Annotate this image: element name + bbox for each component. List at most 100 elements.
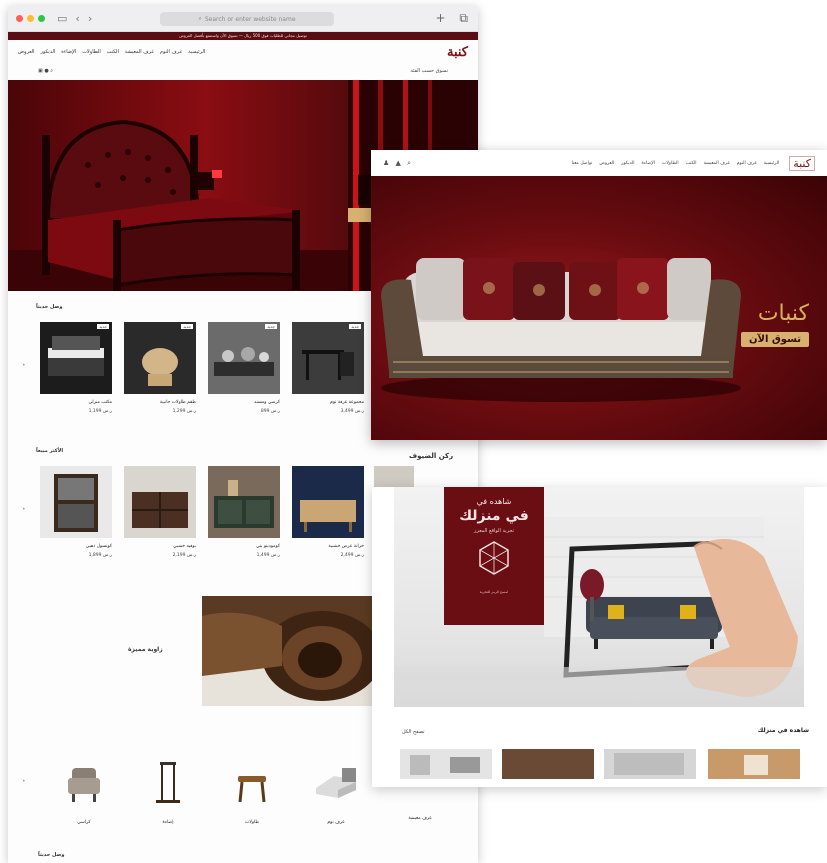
site-header: ♟ ▲ ⌕ الرئيسية غرف النوم غرف المعيشة الك… (371, 150, 827, 176)
product-card[interactable]: جديد كرسي ومسند 899 ر.س (208, 322, 280, 414)
carousel-prev-icon[interactable]: • (22, 506, 26, 513)
category-item-bedrooms[interactable]: غرف نوم (306, 758, 366, 825)
user-icon[interactable]: ♟ (383, 159, 389, 167)
site-logo[interactable]: كنبة (789, 155, 815, 171)
product-image[interactable]: جديد (208, 322, 280, 394)
nav-link[interactable]: الطاولات (82, 49, 101, 55)
nav-link[interactable]: تواصل معنا (572, 161, 593, 166)
back-icon[interactable]: ‹ (75, 13, 79, 24)
product-price: 899 ر.س (260, 409, 280, 414)
feature-image-leather-sofa[interactable] (202, 596, 382, 706)
product-image[interactable] (292, 466, 364, 538)
close-dot[interactable] (16, 15, 23, 22)
tabs-overview-icon[interactable]: ⧉ (459, 11, 468, 25)
product-name[interactable]: كومودينو بني (208, 544, 280, 550)
feature-label: زاوية مميزة (128, 646, 163, 653)
product-price: 2,499 ر.س (340, 553, 364, 558)
nav-link[interactable]: العروض (599, 161, 614, 166)
strip-image[interactable] (708, 749, 800, 779)
product-image[interactable]: جديد (124, 322, 196, 394)
category-label: كراسي (77, 820, 91, 825)
site-logo[interactable]: كنبة (447, 45, 468, 60)
product-badge: جديد (265, 324, 277, 329)
nav-link[interactable]: غرف المعيشة (704, 161, 730, 166)
shop-now-button[interactable]: تسوق الآن (740, 332, 809, 347)
minimize-dot[interactable] (27, 15, 34, 22)
hero-banner-sofas[interactable]: كنبات تسوق الآن (371, 176, 827, 440)
forward-icon[interactable]: › (88, 13, 92, 24)
carousel-prev-icon[interactable]: • (22, 778, 26, 785)
category-label: غرف معيشة (408, 816, 432, 821)
category-item-chairs[interactable]: كراسي (54, 758, 114, 825)
product-image[interactable] (208, 466, 280, 538)
nav-link[interactable]: الكنب (107, 49, 119, 55)
product-name[interactable]: كونسول ذهبي (40, 544, 112, 550)
product-card[interactable]: جديد مكتب منزلي 1,199 ر.س (40, 322, 112, 414)
search-icon: ⌕ (198, 15, 202, 22)
user-icon[interactable]: ● (44, 68, 48, 74)
product-card[interactable]: جديد مجموعة غرفة نوم 3,499 ر.س (292, 322, 364, 414)
cart-icon[interactable]: ▲ (396, 159, 401, 167)
strip-image[interactable] (400, 749, 492, 779)
product-name[interactable]: كرسي ومسند (208, 400, 280, 406)
product-card[interactable]: بوفيه خشبي 2,199 ر.س (124, 466, 196, 558)
announcement-bar: توصيل مجاني للطلبات فوق 500 ريال — تسوق … (8, 32, 478, 40)
maximize-dot[interactable] (38, 15, 45, 22)
category-label: إضاءة (162, 820, 174, 825)
ar-banner[interactable]: شاهده في في منزلك تجربة الواقع المعزز ام… (394, 487, 804, 707)
product-image[interactable]: جديد (40, 322, 112, 394)
product-image[interactable]: جديد (292, 322, 364, 394)
section-label-guest: ركن الضيوف (409, 452, 454, 460)
nav-link[interactable]: الديكور (41, 49, 56, 55)
view-all-link[interactable]: تصفح الكل (402, 729, 425, 735)
product-name[interactable]: مكتب منزلي (40, 400, 112, 406)
product-card[interactable]: جديد طقم طاولات جانبية 1,299 ر.س (124, 322, 196, 414)
product-name[interactable]: خزانة عرض خشبية (292, 544, 364, 550)
product-badge: جديد (181, 324, 193, 329)
strip-image[interactable] (604, 749, 696, 779)
search-icon[interactable]: ⌕ (50, 68, 53, 74)
ar-line-3: تجربة الواقع المعزز (474, 528, 514, 534)
nav-link[interactable]: غرف المعيشة (125, 49, 154, 55)
nav-link[interactable]: الإضاءة (642, 161, 655, 166)
nav-link[interactable]: الكنب (686, 161, 697, 166)
product-price: 3,499 ر.س (340, 409, 364, 414)
sidebar-icon[interactable]: ▭ (57, 13, 67, 24)
strip-title: شاهده في منزلك (757, 727, 809, 734)
category-label[interactable]: تسوق حسب الفئة (410, 68, 448, 74)
section-title-bottom: وصل حديثاً (38, 852, 65, 858)
nav-link[interactable]: الطاولات (662, 161, 679, 166)
category-item-tables[interactable]: طاولات (222, 758, 282, 825)
nav-link[interactable]: الديكور (621, 161, 634, 166)
nav-link[interactable]: الرئيسية (188, 49, 205, 55)
product-price: 1,499 ر.س (256, 553, 280, 558)
product-card[interactable]: خزانة عرض خشبية 2,499 ر.س (292, 466, 364, 558)
product-price: 1,899 ر.س (88, 553, 112, 558)
nav-link[interactable]: الرئيسية (764, 161, 780, 166)
product-name[interactable]: بوفيه خشبي (124, 544, 196, 550)
ar-promo-card[interactable]: شاهده في في منزلك تجربة الواقع المعزز ام… (444, 487, 544, 625)
nav-link[interactable]: غرف النوم (160, 49, 182, 55)
header-subrow: ▣ ● ⌕ تسوق حسب الفئة (8, 64, 478, 78)
product-card[interactable]: كونسول ذهبي 1,899 ر.س (40, 466, 112, 558)
new-tab-icon[interactable]: + (436, 11, 446, 25)
nav-link[interactable]: غرف النوم (737, 161, 757, 166)
product-image[interactable] (40, 466, 112, 538)
cart-icon[interactable]: ▣ (38, 68, 43, 74)
category-label: طاولات (245, 820, 259, 825)
search-icon[interactable]: ⌕ (407, 159, 411, 167)
product-name[interactable]: طقم طاولات جانبية (124, 400, 196, 406)
nav-link[interactable]: العروض (18, 49, 35, 55)
main-nav: الرئيسية غرف النوم غرف المعيشة الكنب الط… (18, 49, 205, 55)
product-badge: جديد (349, 324, 361, 329)
ar-line-1: شاهده في (476, 497, 512, 506)
product-name[interactable]: مجموعة غرفة نوم (292, 400, 364, 406)
nav-link[interactable]: الإضاءة (61, 49, 76, 55)
category-item-lighting[interactable]: إضاءة (138, 758, 198, 825)
product-card[interactable]: كومودينو بني 1,499 ر.س (208, 466, 280, 558)
carousel-prev-icon[interactable]: • (22, 362, 26, 369)
address-bar[interactable]: ⌕ Search or enter website name (160, 12, 334, 26)
ar-line-2: في منزلك (459, 508, 529, 524)
product-image[interactable] (124, 466, 196, 538)
strip-image[interactable] (502, 749, 594, 779)
